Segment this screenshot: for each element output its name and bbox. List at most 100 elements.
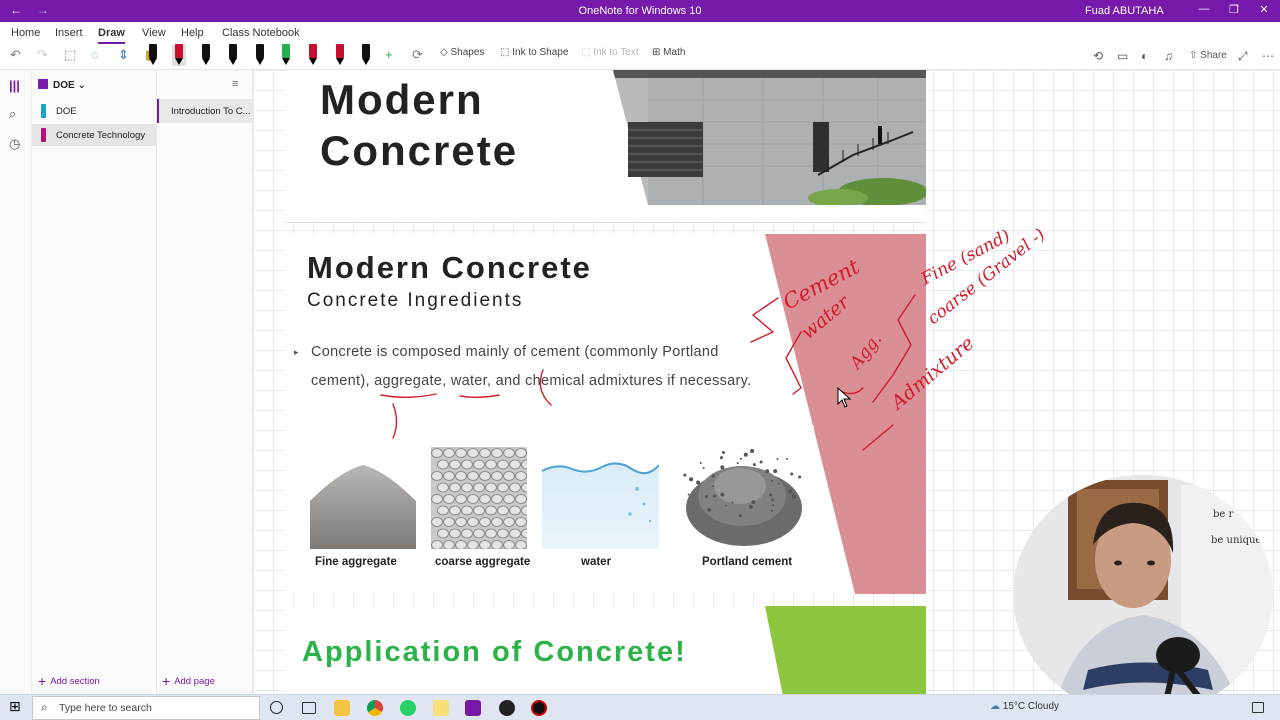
tab-view[interactable]: View (142, 27, 166, 39)
cortana-icon[interactable] (270, 701, 283, 714)
search-icon: ⌕ (41, 700, 48, 714)
plus-icon: + (162, 673, 171, 689)
add-space-icon[interactable]: ⇕ (118, 47, 129, 63)
building-photo (613, 70, 926, 205)
pen-tip (202, 58, 210, 65)
obs-icon[interactable] (499, 700, 515, 716)
file-explorer-icon[interactable] (334, 700, 350, 716)
notebooks-icon[interactable]: ||| (9, 78, 20, 93)
ink-to-shape-icon: ⬚ (500, 47, 513, 58)
pen-tip (282, 58, 290, 65)
add-page-button[interactable]: + Add page (162, 673, 215, 689)
pen-icon[interactable] (226, 44, 240, 66)
shapes-button[interactable]: ◇ Shapes (440, 47, 484, 58)
add-section-button[interactable]: + Add section (38, 673, 100, 689)
pen-icon[interactable] (253, 44, 267, 66)
ruler-icon[interactable]: ⟳ (412, 47, 423, 63)
tab-help[interactable]: Help (181, 27, 204, 39)
ink-to-text-icon: ⬚ (581, 47, 594, 58)
math-button[interactable]: ⊞ Math (652, 47, 685, 58)
share-button[interactable]: ⇧ Share (1189, 50, 1227, 61)
lightbulb-icon[interactable]: ◐ (1141, 49, 1148, 63)
windows-start-icon[interactable]: ⊞ (9, 699, 23, 713)
tab-insert[interactable]: Insert (55, 27, 83, 39)
sticky-notes-icon[interactable] (433, 700, 449, 716)
recorder-icon[interactable] (531, 700, 547, 716)
onenote-icon[interactable] (465, 700, 481, 716)
word-water: water (450, 373, 487, 389)
pen-icon[interactable] (333, 44, 347, 66)
ingredient-label: Fine aggregate (315, 556, 397, 568)
ink-to-shape-button[interactable]: ⬚ Ink to Shape (500, 47, 568, 58)
pen-body (229, 44, 237, 58)
pen-tip (229, 58, 237, 65)
pen-body (309, 44, 317, 58)
pen-body (282, 44, 290, 58)
close-icon[interactable]: ✕ (1256, 3, 1272, 16)
slide-application-of-concrete: Application of Concrete! (285, 606, 926, 694)
tab-class-notebook[interactable]: Class Notebook (222, 27, 300, 39)
restore-icon[interactable]: ❐ (1226, 3, 1242, 16)
bullet-paragraph: Concrete is composed mainly of cement (c… (311, 344, 752, 389)
user-name[interactable]: Fuad ABUTAHA (1085, 5, 1164, 17)
taskbar-search-box[interactable]: ⌕ Type here to search (32, 696, 260, 720)
pen-body (175, 44, 183, 58)
notifications-icon[interactable] (1252, 702, 1264, 713)
slide-subtitle: Concrete Ingredients (307, 290, 524, 311)
pen-icon[interactable] (306, 44, 320, 66)
bell-icon[interactable]: ♫ (1164, 49, 1173, 63)
ink-to-text-button[interactable]: ⬚ Ink to Text (581, 47, 639, 58)
tab-draw[interactable]: Draw (98, 27, 125, 44)
presenter-video (1013, 475, 1273, 715)
page-item[interactable]: Introduction To C... (157, 99, 252, 123)
minimize-icon[interactable]: — (1196, 3, 1212, 15)
cloud-icon: ☁ (990, 701, 1003, 712)
section-concrete-technology[interactable]: Concrete Technology (32, 124, 156, 146)
slide-modern-concrete-title: Modern Concrete (285, 70, 926, 223)
redo-icon[interactable]: ↷ (37, 47, 48, 63)
task-view-icon[interactable] (302, 702, 316, 714)
fullscreen-icon[interactable]: ⤢ (1238, 49, 1248, 64)
ingredient-label: Portland cement (702, 556, 793, 568)
add-pen-icon[interactable]: + (385, 47, 393, 62)
weather-widget[interactable]: ☁ 15°C Cloudy (990, 701, 1059, 712)
undo-icon[interactable]: ↶ (10, 47, 21, 63)
pen-tip (175, 58, 183, 65)
ribbon: Home Insert Draw View Help Class Noteboo… (0, 22, 1280, 70)
more-options-icon[interactable]: ⋯ (1262, 49, 1274, 63)
section-color-tab (41, 128, 46, 142)
select-tool-icon[interactable]: ⬚ (64, 47, 76, 63)
ingredient-label: coarse aggregate (435, 556, 531, 568)
webcam-background-text: be unique (1211, 535, 1262, 546)
section-doe[interactable]: DOE (32, 100, 156, 122)
webcam-overlay: be r be unique (1013, 475, 1273, 715)
recent-clock-icon[interactable]: ◷ (9, 136, 20, 152)
fine-aggregate-image (310, 461, 416, 549)
pen-icon[interactable] (359, 44, 373, 66)
pen-body (336, 44, 344, 58)
ingredient-label: water (581, 556, 612, 568)
pen-icon[interactable] (199, 44, 213, 66)
search-icon[interactable]: ⌕ (9, 106, 16, 122)
lasso-select-icon[interactable]: ◌ (91, 47, 99, 62)
sync-icon[interactable]: ⟲ (1093, 49, 1103, 63)
sections-pane: DOE ⌄ DOE Concrete Technology + Add secti… (32, 70, 157, 694)
tab-home[interactable]: Home (11, 27, 40, 39)
page-view-icon[interactable]: ▭ (1117, 49, 1128, 63)
pen-icon[interactable] (146, 44, 160, 66)
pen-tip (149, 58, 157, 65)
chrome-icon[interactable] (367, 700, 383, 716)
pen-tip (256, 58, 264, 65)
pen-body (149, 44, 157, 58)
pen-body (202, 44, 210, 58)
sort-pages-icon[interactable]: ≡ (232, 78, 238, 90)
pen-icon[interactable] (279, 44, 293, 66)
title-bar: ← → OneNote for Windows 10 Fuad ABUTAHA … (0, 0, 1280, 22)
pages-pane: Introduction To C... + Add page (157, 70, 253, 694)
pen-icon[interactable] (172, 44, 186, 66)
notebook-selector[interactable]: DOE ⌄ (38, 79, 86, 91)
slide-accent-band (765, 606, 926, 694)
whatsapp-icon[interactable] (400, 700, 416, 716)
slide-title: Application of Concrete! (302, 636, 687, 668)
pen-tip (336, 58, 344, 65)
